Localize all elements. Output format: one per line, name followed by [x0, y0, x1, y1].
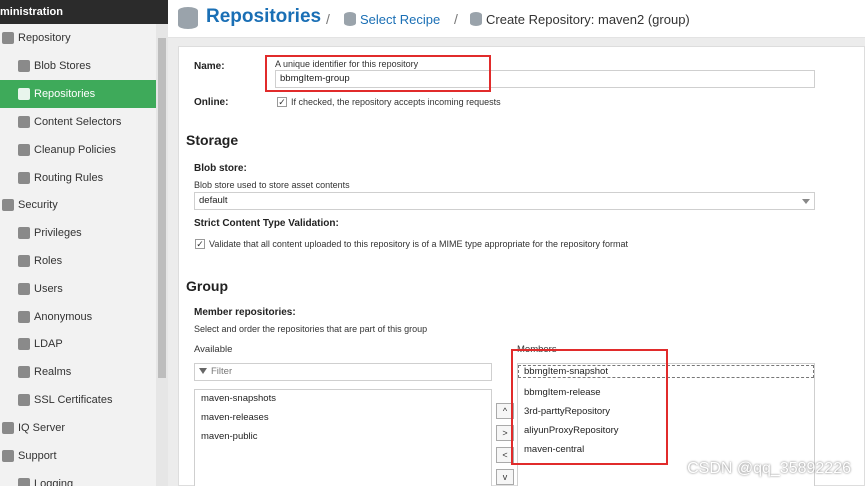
sidebar-item-repository[interactable]: Repository — [0, 24, 156, 52]
sidebar: ministration Repository Blob Stores Repo… — [0, 0, 168, 486]
shield-icon — [2, 199, 14, 211]
medal-icon — [18, 227, 30, 239]
member-repositories-hint: Select and order the repositories that a… — [194, 324, 428, 334]
blob-store-label: Blob store: — [194, 163, 247, 174]
breadcrumb-select-recipe[interactable]: Select Recipe — [360, 12, 440, 27]
breadcrumb-separator: / — [454, 11, 458, 27]
sidebar-item-security[interactable]: Security — [0, 191, 156, 219]
database-icon — [470, 12, 482, 26]
filter-input[interactable]: Filter — [194, 363, 492, 381]
group-heading: Group — [186, 278, 228, 294]
iq-icon — [2, 422, 14, 434]
sidebar-item-users[interactable]: Users — [0, 275, 156, 303]
highlight-members-box — [511, 349, 668, 465]
support-icon — [2, 450, 14, 462]
sidebar-item-routing-rules[interactable]: Routing Rules — [0, 164, 156, 192]
sidebar-scrollbar[interactable] — [156, 24, 168, 486]
sidebar-item-logging[interactable]: Logging — [0, 470, 156, 486]
filter-placeholder: Filter — [211, 366, 233, 377]
users-icon — [18, 283, 30, 295]
highlight-name-box — [265, 55, 491, 92]
database-icon — [18, 88, 30, 100]
sidebar-item-roles[interactable]: Roles — [0, 247, 156, 275]
move-down-button[interactable]: v — [496, 469, 514, 485]
sidebar-item-content-selectors[interactable]: Content Selectors — [0, 108, 156, 136]
role-icon — [18, 255, 30, 267]
realm-icon — [18, 366, 30, 378]
breadcrumb: Repositories / Select Recipe / Create Re… — [168, 0, 865, 38]
blob-store-select[interactable]: default — [194, 192, 815, 210]
sidebar-header: ministration — [0, 0, 168, 24]
database-icon — [2, 32, 14, 44]
database-icon — [18, 60, 30, 72]
selector-icon — [18, 116, 30, 128]
sidebar-item-iq-server[interactable]: IQ Server — [0, 414, 156, 442]
anonymous-icon — [18, 311, 30, 323]
available-list[interactable]: maven-snapshots maven-releases maven-pub… — [194, 389, 492, 486]
sidebar-item-repositories[interactable]: Repositories — [0, 80, 156, 108]
blob-store-hint: Blob store used to store asset contents — [194, 180, 350, 190]
breadcrumb-current: Create Repository: maven2 (group) — [486, 12, 690, 27]
logging-icon — [18, 478, 30, 486]
member-repositories-label: Member repositories: — [194, 307, 296, 318]
routing-icon — [18, 172, 30, 184]
online-checkbox[interactable]: ✓ — [277, 97, 287, 107]
available-label: Available — [194, 344, 233, 355]
sidebar-item-ldap[interactable]: LDAP — [0, 330, 156, 358]
list-item[interactable]: maven-releases — [201, 412, 269, 423]
online-description: If checked, the repository accepts incom… — [291, 97, 501, 107]
page-title[interactable]: Repositories — [206, 6, 321, 28]
database-icon — [178, 7, 198, 29]
strict-validation-label: Strict Content Type Validation: — [194, 218, 339, 229]
sidebar-item-cleanup-policies[interactable]: Cleanup Policies — [0, 136, 156, 164]
online-label: Online: — [194, 97, 229, 108]
name-label: Name: — [194, 61, 225, 72]
sidebar-item-ssl-certificates[interactable]: SSL Certificates — [0, 386, 156, 414]
list-item[interactable]: maven-public — [201, 431, 258, 442]
chevron-down-icon — [802, 199, 810, 204]
broom-icon — [18, 144, 30, 156]
sidebar-scroll-thumb[interactable] — [158, 38, 166, 378]
strict-validation-checkbox[interactable]: ✓ — [195, 239, 205, 249]
filter-icon — [199, 368, 207, 374]
sidebar-item-support[interactable]: Support — [0, 442, 156, 470]
breadcrumb-separator: / — [326, 11, 330, 27]
sidebar-item-anonymous[interactable]: Anonymous — [0, 303, 156, 331]
watermark: CSDN @qq_35892226 — [687, 460, 851, 477]
blob-store-value: default — [199, 195, 228, 206]
list-item[interactable]: maven-snapshots — [201, 393, 276, 404]
sidebar-item-privileges[interactable]: Privileges — [0, 219, 156, 247]
storage-heading: Storage — [186, 132, 239, 148]
certificate-icon — [18, 394, 30, 406]
sidebar-item-blob-stores[interactable]: Blob Stores — [0, 52, 156, 80]
strict-validation-description: Validate that all content uploaded to th… — [209, 239, 629, 249]
database-icon — [344, 12, 356, 26]
sidebar-item-realms[interactable]: Realms — [0, 358, 156, 386]
ldap-icon — [18, 338, 30, 350]
